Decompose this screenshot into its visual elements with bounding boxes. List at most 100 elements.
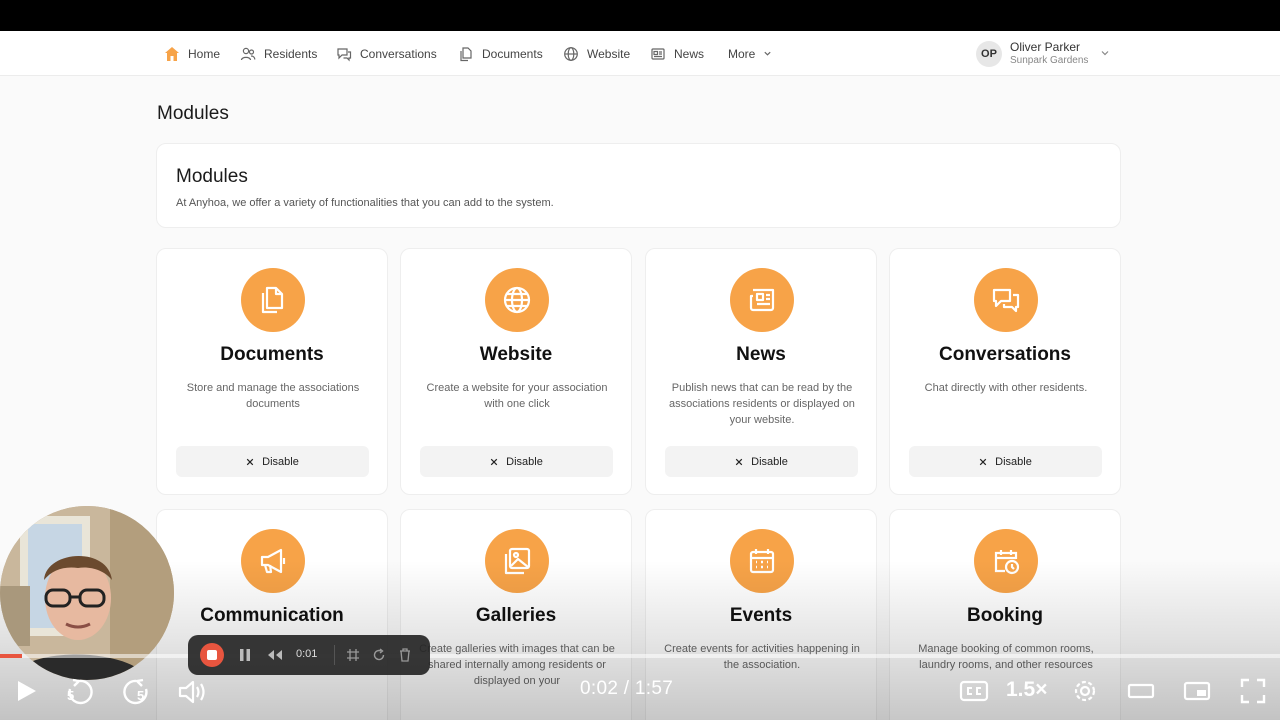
nav-item-label: Website: [587, 46, 631, 61]
documents-icon: [460, 46, 472, 61]
disable-button-label: Disable: [262, 455, 299, 468]
module-description: Store and manage the associations docume…: [186, 382, 360, 410]
newspaper-icon: [651, 47, 665, 60]
grid-icon[interactable]: [346, 648, 360, 662]
pause-icon[interactable]: [238, 647, 252, 663]
disable-button-label: Disable: [506, 455, 543, 468]
nav-item-residents[interactable]: Residents: [240, 31, 317, 76]
module-title: Conversations: [939, 344, 1071, 365]
settings-button[interactable]: [1069, 675, 1101, 707]
restart-icon[interactable]: [372, 648, 386, 662]
calendar-icon: [749, 549, 775, 574]
play-button[interactable]: [12, 677, 40, 705]
forward-5-button[interactable]: 5: [120, 676, 152, 708]
theater-icon: [1127, 683, 1155, 699]
rewind-icon[interactable]: [266, 648, 284, 662]
avatar: OP: [976, 40, 1002, 67]
disable-button-label: Disable: [751, 455, 788, 468]
intro-card: Modules At Anyhoa, we offer a variety of…: [156, 143, 1121, 228]
top-navigation: Home Residents Conversations Documents W…: [0, 31, 1280, 76]
disable-button[interactable]: Disable: [176, 446, 369, 477]
close-icon: [979, 458, 987, 465]
megaphone-icon: [260, 548, 286, 574]
user-name: Oliver Parker: [1010, 40, 1081, 54]
module-icon-circle: [974, 529, 1038, 593]
recording-toolbar: 0:01: [188, 635, 430, 675]
intro-description: At Anyhoa, we offer a variety of functio…: [176, 197, 554, 209]
forward-seconds: 5: [137, 688, 145, 703]
module-card-news: News Publish news that can be read by th…: [645, 248, 877, 495]
fullscreen-icon: [1240, 678, 1266, 704]
gallery-icon: [504, 547, 531, 575]
miniplayer-icon: [1183, 681, 1211, 701]
playback-speed[interactable]: 1.5×: [1006, 678, 1047, 702]
nav-item-documents[interactable]: Documents: [458, 31, 543, 76]
users-icon: [240, 47, 256, 60]
user-menu[interactable]: OP Oliver Parker Sunpark Gardens: [976, 40, 1088, 67]
nav-more-menu[interactable]: More: [728, 31, 772, 76]
captions-icon: [959, 680, 989, 702]
module-icon-circle: [241, 529, 305, 593]
documents-icon: [261, 286, 284, 314]
module-icon-circle: [730, 268, 794, 332]
play-icon: [18, 681, 36, 701]
captions-button[interactable]: [958, 677, 990, 705]
intro-title: Modules: [176, 166, 248, 187]
divider: [334, 645, 335, 665]
theater-mode-button[interactable]: [1126, 677, 1156, 705]
module-title: News: [736, 344, 786, 365]
newspaper-icon: [749, 288, 775, 312]
module-description: Chat directly with other residents.: [924, 382, 1088, 394]
module-icon-circle: [974, 268, 1038, 332]
module-card-documents: Documents Store and manage the associati…: [156, 248, 388, 495]
recording-elapsed: 0:01: [296, 648, 318, 660]
nav-item-website[interactable]: Website: [563, 31, 630, 76]
disable-button[interactable]: Disable: [665, 446, 858, 477]
disable-button[interactable]: Disable: [909, 446, 1102, 477]
nav-item-news[interactable]: News: [650, 31, 704, 76]
fullscreen-button[interactable]: [1238, 676, 1268, 706]
trash-icon[interactable]: [398, 647, 412, 663]
module-title: Website: [479, 344, 553, 365]
nav-item-home[interactable]: Home: [164, 31, 220, 76]
close-icon: [735, 458, 743, 465]
module-title: Documents: [220, 344, 324, 365]
chevron-down-icon[interactable]: [1100, 48, 1110, 58]
disable-button-label: Disable: [995, 455, 1032, 468]
page-title: Modules: [157, 103, 229, 124]
nav-item-label: Conversations: [360, 46, 437, 61]
globe-icon: [564, 46, 578, 61]
module-title: Galleries: [475, 605, 557, 626]
close-icon: [490, 458, 498, 465]
user-organization: Sunpark Gardens: [1010, 55, 1089, 66]
nav-item-label: News: [674, 46, 705, 61]
miniplayer-button[interactable]: [1182, 677, 1212, 705]
playback-time: 0:02 / 1:57: [580, 678, 674, 699]
module-icon-circle: [485, 268, 549, 332]
module-title: Events: [729, 605, 793, 626]
module-title: Booking: [967, 605, 1043, 626]
rewind-5-button[interactable]: 5: [64, 676, 96, 708]
module-title: Communication: [200, 605, 344, 626]
chat-icon: [337, 47, 352, 61]
module-card-conversations: Conversations Chat directly with other r…: [889, 248, 1121, 495]
volume-icon: [178, 680, 205, 704]
gear-icon: [1074, 680, 1096, 702]
module-description: Publish news that can be read by the ass…: [669, 382, 855, 426]
module-icon-circle: [485, 529, 549, 593]
nav-item-label: Home: [188, 46, 221, 61]
module-card-website: Website Create a website for your associ…: [400, 248, 632, 495]
nav-item-conversations[interactable]: Conversations: [336, 31, 437, 76]
close-icon: [246, 458, 254, 465]
nav-item-label: Residents: [264, 46, 318, 61]
rewind-seconds: 5: [67, 688, 75, 703]
globe-icon: [503, 286, 531, 314]
video-frame: Home Residents Conversations Documents W…: [0, 31, 1280, 720]
home-icon: [165, 46, 179, 61]
disable-button[interactable]: Disable: [420, 446, 613, 477]
volume-button[interactable]: [176, 676, 208, 708]
nav-item-label: Documents: [482, 46, 543, 61]
module-icon-circle: [241, 268, 305, 332]
chevron-down-icon: [764, 51, 771, 56]
stop-recording-button[interactable]: [200, 643, 224, 667]
